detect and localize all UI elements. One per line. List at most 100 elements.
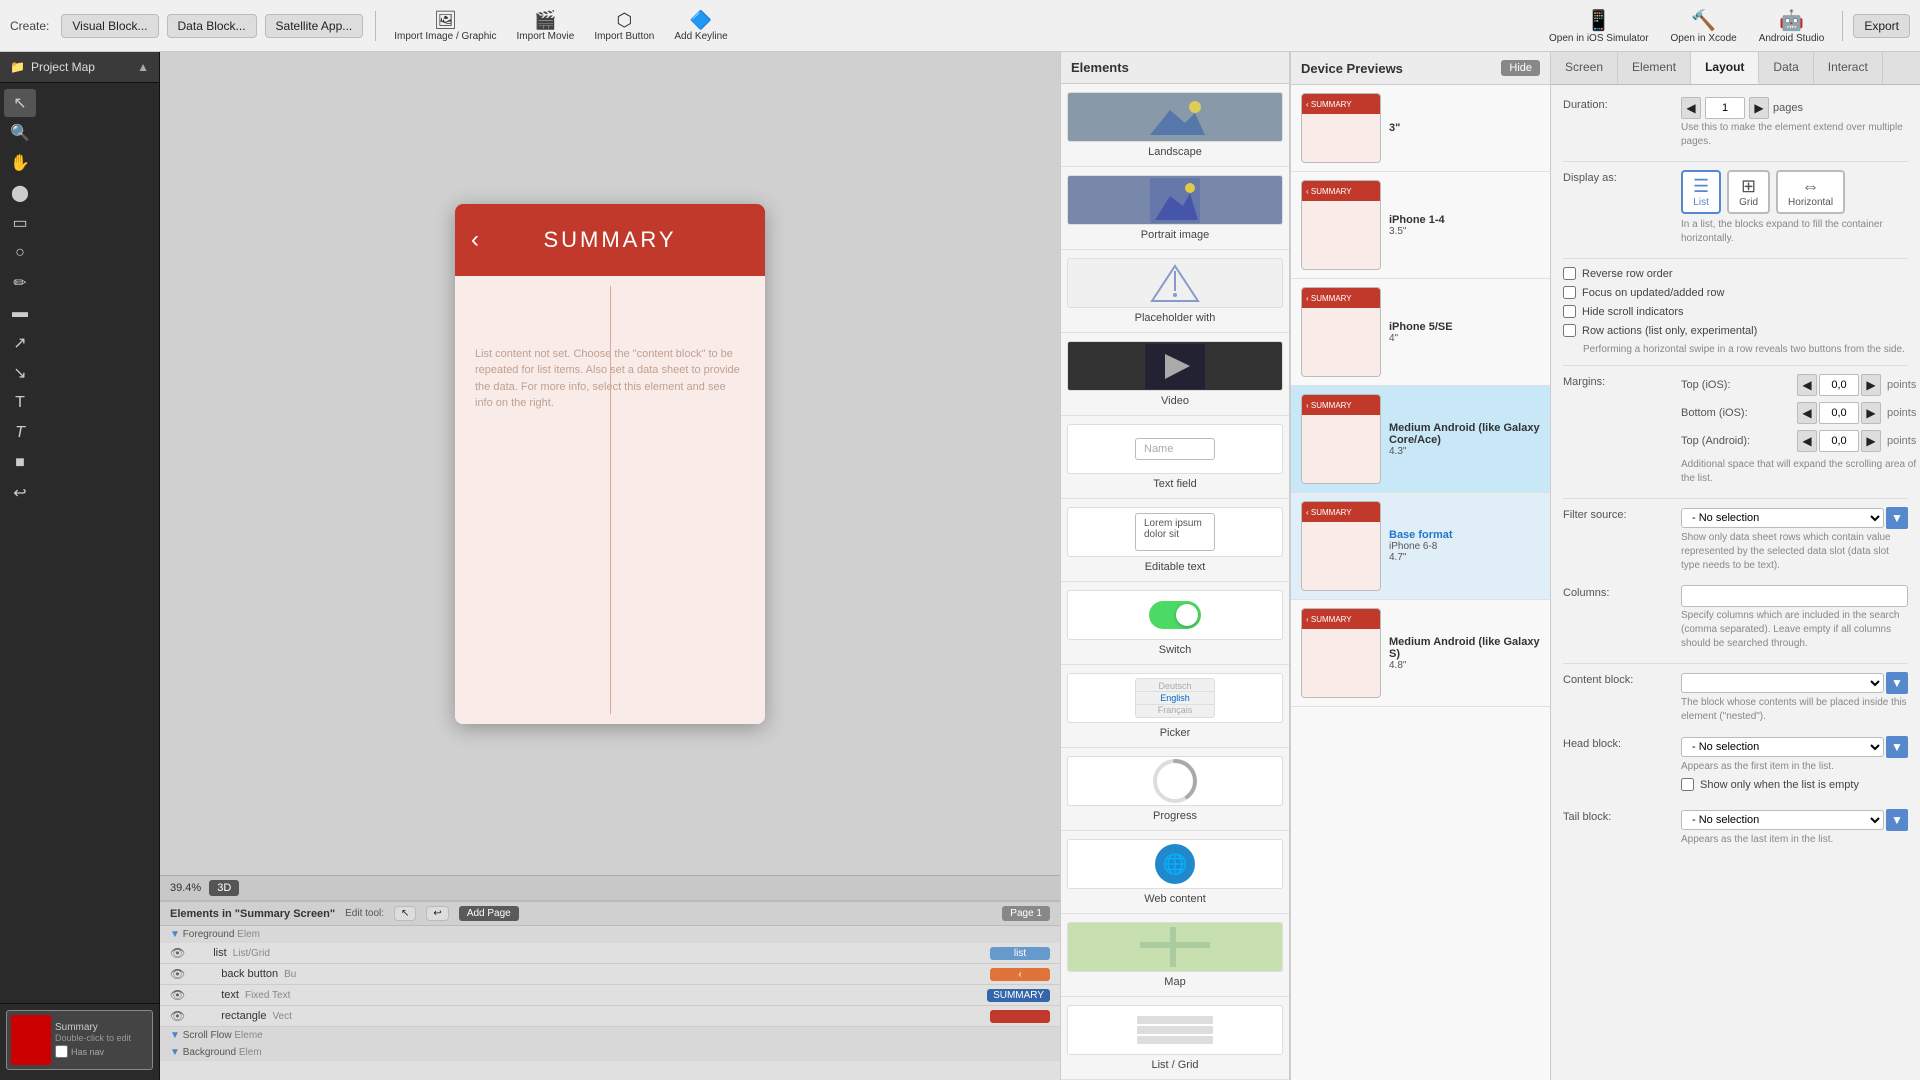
canvas-main[interactable]: ‹ SUMMARY List content not set. Choose t… bbox=[160, 52, 1060, 875]
landscape-item[interactable]: Landscape bbox=[1061, 84, 1289, 167]
import-movie-icon: 🎬 bbox=[534, 10, 556, 31]
export-btn[interactable]: Export bbox=[1853, 14, 1910, 38]
text-eye-icon[interactable]: 👁 bbox=[170, 988, 185, 1002]
landscape-label: Landscape bbox=[1148, 146, 1202, 158]
text2-tool[interactable]: T bbox=[4, 419, 36, 447]
focus-updated-checkbox[interactable] bbox=[1563, 286, 1576, 299]
visual-block-btn[interactable]: Visual Block... bbox=[61, 14, 158, 38]
display-mode-horizontal[interactable]: ⇔ Horizontal bbox=[1776, 170, 1845, 214]
device-row-iphone5[interactable]: ‹ SUMMARY iPhone 5/SE 4" bbox=[1291, 279, 1550, 386]
head-block-arrow[interactable]: ▼ bbox=[1886, 736, 1908, 758]
device-row-iphone14[interactable]: ‹ SUMMARY iPhone 1-4 3.5" bbox=[1291, 172, 1550, 279]
tab-interact[interactable]: Interact bbox=[1814, 52, 1883, 84]
hide-btn[interactable]: Hide bbox=[1501, 60, 1540, 76]
device-row-android-medium[interactable]: ‹ SUMMARY Medium Android (like Galaxy Co… bbox=[1291, 386, 1550, 493]
show-when-empty-checkbox[interactable] bbox=[1681, 778, 1694, 791]
bottom-ios-input[interactable] bbox=[1819, 402, 1859, 424]
editable-text-item[interactable]: Lorem ipsum dolor sit Editable text bbox=[1061, 499, 1289, 582]
top-android-input[interactable] bbox=[1819, 430, 1859, 452]
switch-item[interactable]: Switch bbox=[1061, 582, 1289, 665]
import-image-btn[interactable]: 🖼 Import Image / Graphic bbox=[388, 8, 502, 44]
cursor-tool-btn[interactable]: ↖ bbox=[394, 906, 416, 921]
tail-block-select[interactable]: - No selection bbox=[1681, 810, 1884, 830]
device-row-3in[interactable]: ‹ SUMMARY 3" bbox=[1291, 85, 1550, 172]
back-button-row[interactable]: 👁 back button Bu ‹ bbox=[160, 964, 1060, 985]
content-block-arrow[interactable]: ▼ bbox=[1886, 672, 1908, 694]
top-android-increment[interactable]: ▶ bbox=[1861, 430, 1881, 452]
add-keyline-btn[interactable]: 🔷 Add Keyline bbox=[668, 8, 733, 44]
rect-tool[interactable]: ▭ bbox=[4, 209, 36, 237]
row-actions-checkbox[interactable] bbox=[1563, 324, 1576, 337]
list-eye-icon[interactable]: 👁 bbox=[170, 946, 185, 960]
satellite-app-btn[interactable]: Satellite App... bbox=[265, 14, 364, 38]
oval-tool[interactable]: ○ bbox=[4, 239, 36, 267]
black-square[interactable]: ■ bbox=[4, 449, 36, 477]
import-button-btn[interactable]: ⬡ Import Button bbox=[588, 8, 660, 44]
page-btn[interactable]: Page 1 bbox=[1002, 906, 1050, 921]
open-ios-btn[interactable]: 📱 Open in iOS Simulator bbox=[1541, 6, 1657, 46]
rectangle-elem-row[interactable]: 👁 rectangle Vect bbox=[160, 1006, 1060, 1027]
import-movie-btn[interactable]: 🎬 Import Movie bbox=[511, 8, 581, 44]
android-studio-btn[interactable]: 🤖 Android Studio bbox=[1751, 6, 1833, 46]
duration-decrement[interactable]: ◀ bbox=[1681, 97, 1701, 119]
project-map-header[interactable]: 📁 Project Map ▲ bbox=[0, 52, 159, 83]
device-row-android-s[interactable]: ‹ SUMMARY Medium Android (like Galaxy S)… bbox=[1291, 600, 1550, 707]
device-row-iphone68[interactable]: ‹ SUMMARY Base format iPhone 6-8 4.7" bbox=[1291, 493, 1550, 600]
text-elem-row[interactable]: 👁 text Fixed Text SUMMARY bbox=[160, 985, 1060, 1006]
bottom-ios-increment[interactable]: ▶ bbox=[1861, 402, 1881, 424]
tab-element[interactable]: Element bbox=[1618, 52, 1691, 84]
connect-tool[interactable]: ↩ bbox=[4, 479, 36, 507]
list-grid-item[interactable]: List / Grid bbox=[1061, 997, 1289, 1080]
picker-item[interactable]: Deutsch English Français Picker bbox=[1061, 665, 1289, 748]
hand-tool[interactable]: ✋ bbox=[4, 149, 36, 177]
hide-scroll-checkbox[interactable] bbox=[1563, 305, 1576, 318]
display-mode-grid[interactable]: ⊞ Grid bbox=[1727, 170, 1770, 214]
tab-screen[interactable]: Screen bbox=[1551, 52, 1618, 84]
filter-source-arrow[interactable]: ▼ bbox=[1886, 507, 1908, 529]
view-3d-btn[interactable]: 3D bbox=[209, 880, 239, 896]
tail-block-arrow[interactable]: ▼ bbox=[1886, 809, 1908, 831]
connect-tool-btn[interactable]: ↩ bbox=[426, 906, 448, 921]
text-tool[interactable]: T bbox=[4, 389, 36, 417]
back-eye-icon[interactable]: 👁 bbox=[170, 967, 185, 981]
top-android-decrement[interactable]: ◀ bbox=[1797, 430, 1817, 452]
pointer2-tool[interactable]: ↗ bbox=[4, 329, 36, 357]
filter-source-select[interactable]: - No selection bbox=[1681, 508, 1884, 528]
zoom-tool[interactable]: 🔍 bbox=[4, 119, 36, 147]
columns-input[interactable] bbox=[1681, 585, 1908, 607]
video-item[interactable]: Video bbox=[1061, 333, 1289, 416]
map-item[interactable]: Map bbox=[1061, 914, 1289, 997]
open-xcode-btn[interactable]: 🔨 Open in Xcode bbox=[1663, 6, 1745, 46]
portrait-image-item[interactable]: Portrait image bbox=[1061, 167, 1289, 250]
tab-layout[interactable]: Layout bbox=[1691, 52, 1759, 84]
top-ios-input[interactable] bbox=[1819, 374, 1859, 396]
top-ios-decrement[interactable]: ◀ bbox=[1797, 374, 1817, 396]
device-thumb-body-iphone5 bbox=[1302, 308, 1380, 376]
phone-back-btn[interactable]: ‹ bbox=[471, 226, 479, 254]
duration-increment[interactable]: ▶ bbox=[1749, 97, 1769, 119]
add-page-btn[interactable]: Add Page bbox=[459, 906, 519, 921]
reverse-row-checkbox[interactable] bbox=[1563, 267, 1576, 280]
rect-eye-icon[interactable]: 👁 bbox=[170, 1009, 185, 1023]
pointer3-tool[interactable]: ↘ bbox=[4, 359, 36, 387]
select-tool[interactable]: ↖ bbox=[4, 89, 36, 117]
list-elem-row[interactable]: 👁 list List/Grid list bbox=[160, 943, 1060, 964]
bottom-ios-decrement[interactable]: ◀ bbox=[1797, 402, 1817, 424]
duration-input[interactable] bbox=[1705, 97, 1745, 119]
web-content-item[interactable]: 🌐 Web content bbox=[1061, 831, 1289, 914]
content-block-select[interactable] bbox=[1681, 673, 1884, 693]
has-nav-checkbox[interactable] bbox=[55, 1045, 68, 1058]
text-field-item[interactable]: Name Text field bbox=[1061, 416, 1289, 499]
head-block-select[interactable]: - No selection bbox=[1681, 737, 1884, 757]
screen-thumb-item[interactable]: Summary Double-click to edit Has nav bbox=[6, 1010, 153, 1070]
rect2-tool[interactable]: ▬ bbox=[4, 299, 36, 327]
top-ios-increment[interactable]: ▶ bbox=[1861, 374, 1881, 396]
progress-item[interactable]: Progress bbox=[1061, 748, 1289, 831]
pencil-tool[interactable]: ✏ bbox=[4, 269, 36, 297]
data-block-btn[interactable]: Data Block... bbox=[167, 14, 257, 38]
tab-data[interactable]: Data bbox=[1759, 52, 1813, 84]
bottom-ios-row: Bottom (iOS): ◀ ▶ points bbox=[1681, 402, 1916, 424]
display-mode-list[interactable]: ☰ List bbox=[1681, 170, 1721, 214]
placeholder-item[interactable]: Placeholder with bbox=[1061, 250, 1289, 333]
pen-tool[interactable]: ⬤ bbox=[4, 179, 36, 207]
